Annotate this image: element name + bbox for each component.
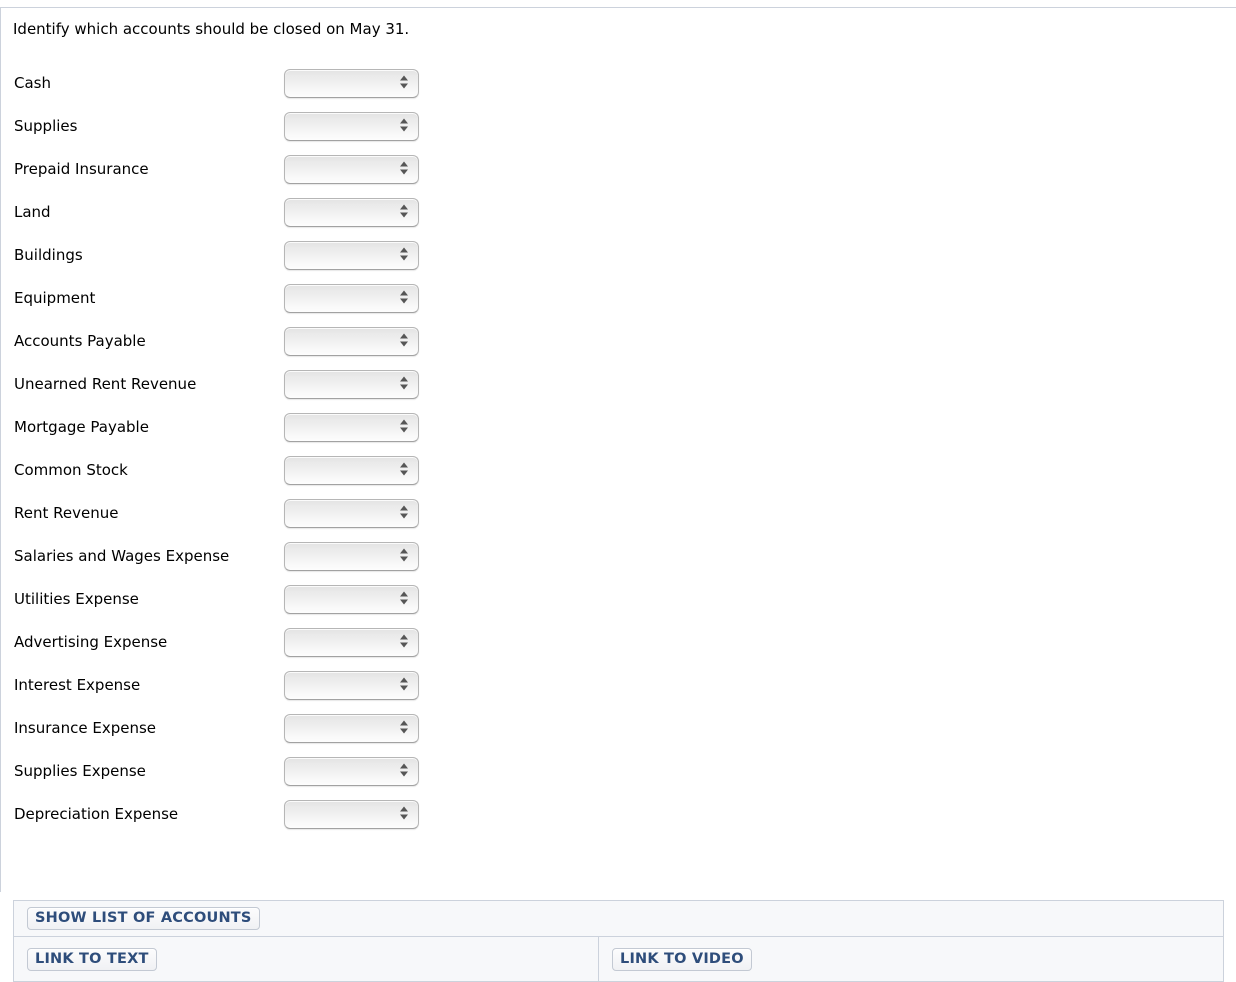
account-classification-select[interactable] xyxy=(284,671,419,700)
account-label: Common Stock xyxy=(14,461,128,479)
account-classification-select[interactable] xyxy=(284,327,419,356)
account-label: Accounts Payable xyxy=(14,332,146,350)
account-classification-select-wrapper xyxy=(284,413,419,442)
account-row: Equipment xyxy=(0,278,1236,321)
account-classification-select-wrapper xyxy=(284,69,419,98)
account-classification-select-wrapper xyxy=(284,241,419,270)
account-row: Prepaid Insurance xyxy=(0,149,1236,192)
account-label: Insurance Expense xyxy=(14,719,157,737)
account-row: Utilities Expense xyxy=(0,579,1236,622)
account-classification-select[interactable] xyxy=(284,456,419,485)
account-label: Supplies xyxy=(14,117,78,135)
account-label: Unearned Rent Revenue xyxy=(14,375,197,393)
account-row: Accounts Payable xyxy=(0,321,1236,364)
account-label: Utilities Expense xyxy=(14,590,139,608)
question-prompt: Identify which accounts should be closed… xyxy=(13,20,410,38)
account-classification-select[interactable] xyxy=(284,628,419,657)
account-classification-select[interactable] xyxy=(284,112,419,141)
account-row: Advertising Expense xyxy=(0,622,1236,665)
account-classification-select-wrapper xyxy=(284,112,419,141)
account-classification-select-wrapper xyxy=(284,714,419,743)
account-row: Cash xyxy=(0,63,1236,106)
account-classification-select[interactable] xyxy=(284,585,419,614)
link-to-video-cell: LINK TO VIDEO xyxy=(599,937,1223,981)
account-label: Rent Revenue xyxy=(14,504,119,522)
top-divider xyxy=(0,7,1236,8)
account-classification-select-wrapper xyxy=(284,284,419,313)
account-classification-select-wrapper xyxy=(284,499,419,528)
account-label: Prepaid Insurance xyxy=(14,160,149,178)
account-classification-select-wrapper xyxy=(284,542,419,571)
bottom-action-panels: SHOW LIST OF ACCOUNTS LINK TO TEXT LINK … xyxy=(13,900,1224,982)
account-classification-select[interactable] xyxy=(284,499,419,528)
account-row: Interest Expense xyxy=(0,665,1236,708)
account-row: Salaries and Wages Expense xyxy=(0,536,1236,579)
account-classification-select-wrapper xyxy=(284,628,419,657)
account-label: Buildings xyxy=(14,246,83,264)
account-label: Salaries and Wages Expense xyxy=(14,547,230,565)
account-classification-select[interactable] xyxy=(284,155,419,184)
account-row: Mortgage Payable xyxy=(0,407,1236,450)
account-classification-select-wrapper xyxy=(284,370,419,399)
account-label: Equipment xyxy=(14,289,96,307)
account-classification-list: Cash Supplies Prepaid Insurance Land Buildin… xyxy=(0,63,1236,837)
account-classification-select-wrapper xyxy=(284,800,419,829)
account-label: Land xyxy=(14,203,51,221)
account-row: Land xyxy=(0,192,1236,235)
account-row: Buildings xyxy=(0,235,1236,278)
account-classification-select[interactable] xyxy=(284,284,419,313)
account-row: Common Stock xyxy=(0,450,1236,493)
account-classification-select-wrapper xyxy=(284,456,419,485)
account-classification-select-wrapper xyxy=(284,671,419,700)
link-to-text-cell: LINK TO TEXT xyxy=(14,937,599,981)
account-label: Supplies Expense xyxy=(14,762,146,780)
show-list-panel: SHOW LIST OF ACCOUNTS xyxy=(13,900,1224,937)
account-row: Supplies Expense xyxy=(0,751,1236,794)
account-row: Depreciation Expense xyxy=(0,794,1236,837)
account-classification-select-wrapper xyxy=(284,585,419,614)
account-classification-select[interactable] xyxy=(284,413,419,442)
account-label: Cash xyxy=(14,74,51,92)
account-classification-select[interactable] xyxy=(284,241,419,270)
account-classification-select[interactable] xyxy=(284,714,419,743)
account-classification-select-wrapper xyxy=(284,757,419,786)
account-label: Advertising Expense xyxy=(14,633,168,651)
account-classification-select[interactable] xyxy=(284,198,419,227)
account-label: Mortgage Payable xyxy=(14,418,149,436)
account-row: Insurance Expense xyxy=(0,708,1236,751)
account-classification-select[interactable] xyxy=(284,370,419,399)
account-classification-select[interactable] xyxy=(284,757,419,786)
show-list-of-accounts-button[interactable]: SHOW LIST OF ACCOUNTS xyxy=(27,907,260,930)
account-row: Rent Revenue xyxy=(0,493,1236,536)
link-panel: LINK TO TEXT LINK TO VIDEO xyxy=(13,937,1224,982)
account-label: Depreciation Expense xyxy=(14,805,179,823)
account-classification-select[interactable] xyxy=(284,69,419,98)
account-row: Unearned Rent Revenue xyxy=(0,364,1236,407)
account-row: Supplies xyxy=(0,106,1236,149)
link-to-video-button[interactable]: LINK TO VIDEO xyxy=(612,947,752,971)
account-classification-select-wrapper xyxy=(284,198,419,227)
account-classification-select-wrapper xyxy=(284,327,419,356)
account-classification-select[interactable] xyxy=(284,542,419,571)
account-classification-select[interactable] xyxy=(284,800,419,829)
account-label: Interest Expense xyxy=(14,676,141,694)
exercise-page: Identify which accounts should be closed… xyxy=(0,0,1236,982)
link-to-text-button[interactable]: LINK TO TEXT xyxy=(27,947,157,971)
account-classification-select-wrapper xyxy=(284,155,419,184)
